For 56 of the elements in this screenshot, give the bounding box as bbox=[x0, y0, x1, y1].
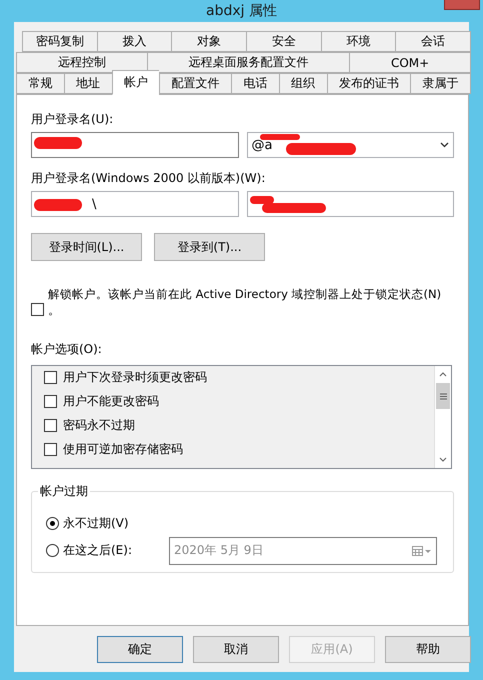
section-label: 帐户选项(O): bbox=[31, 341, 102, 358]
checkbox-label: 解锁帐户。该帐户当前在此 Active Directory 域控制器上处于锁定状态(N) bbox=[48, 287, 442, 302]
checkbox[interactable] bbox=[44, 371, 57, 384]
tab[interactable]: 拨入 bbox=[96, 31, 172, 52]
field-label: 用户登录名(Windows 2000 以前版本)(W): bbox=[31, 170, 266, 187]
field-value: @a bbox=[252, 138, 272, 152]
checkbox[interactable] bbox=[31, 303, 44, 316]
tab[interactable]: 帐户 bbox=[112, 70, 160, 95]
tab[interactable]: 安全 bbox=[246, 31, 321, 52]
tab[interactable]: 组织 bbox=[278, 73, 326, 94]
chevron-icon bbox=[440, 142, 449, 148]
tab[interactable]: 电话 bbox=[231, 73, 279, 94]
checkbox-label: 。 bbox=[48, 302, 60, 319]
tab[interactable]: 远程桌面服务配置文件 bbox=[146, 52, 350, 73]
button[interactable]: 确定 bbox=[97, 636, 183, 663]
input-field[interactable]: \ bbox=[31, 191, 238, 217]
tab[interactable]: COM+ bbox=[349, 52, 472, 73]
checkbox[interactable] bbox=[44, 443, 57, 456]
tab[interactable]: 会话 bbox=[395, 31, 472, 52]
redaction-mark bbox=[286, 143, 356, 155]
tab[interactable]: 发布的证书 bbox=[326, 73, 410, 94]
redaction-mark bbox=[34, 199, 82, 211]
button[interactable]: 登录时间(L)... bbox=[31, 233, 142, 261]
radio-label: 永不过期(V) bbox=[63, 515, 129, 532]
redaction-mark bbox=[34, 137, 82, 149]
tab[interactable]: 远程控制 bbox=[16, 52, 147, 73]
checkbox-label: 用户下次登录时须更改密码 bbox=[63, 369, 207, 386]
field-value: \ bbox=[92, 196, 96, 212]
checkbox-label: 用户不能更改密码 bbox=[63, 393, 159, 410]
field-label: 用户登录名(U): bbox=[31, 111, 114, 128]
tab[interactable]: 对象 bbox=[171, 31, 246, 52]
radio-label: 在这之后(E): bbox=[63, 542, 132, 559]
domain-dropdown[interactable]: @a bbox=[246, 132, 454, 158]
tab[interactable]: 环境 bbox=[320, 31, 396, 52]
redaction-mark bbox=[260, 134, 300, 140]
checkbox[interactable] bbox=[44, 395, 57, 408]
grip-icon bbox=[440, 392, 446, 400]
tab[interactable]: 隶属于 bbox=[410, 73, 471, 94]
checkbox[interactable] bbox=[44, 419, 57, 432]
tab[interactable]: 地址 bbox=[64, 73, 112, 94]
checkbox-label: 使用可逆加密存储密码 bbox=[63, 441, 183, 458]
tab[interactable]: 密码复制 bbox=[22, 31, 97, 52]
scrollbar[interactable] bbox=[434, 366, 451, 468]
button[interactable]: 登录到(T)... bbox=[154, 233, 265, 261]
input-field[interactable] bbox=[31, 132, 238, 158]
button[interactable]: 取消 bbox=[193, 636, 279, 663]
tab[interactable]: 配置文件 bbox=[159, 73, 231, 94]
radio-button[interactable] bbox=[46, 517, 59, 530]
input-field[interactable] bbox=[246, 191, 454, 217]
tab[interactable]: 常规 bbox=[16, 73, 64, 94]
radio-button[interactable] bbox=[46, 544, 59, 557]
checkbox-label: 密码永不过期 bbox=[63, 417, 135, 434]
window-title: abdxj 属性 bbox=[206, 2, 277, 20]
button[interactable]: 帮助 bbox=[385, 636, 471, 663]
calendar-icon bbox=[412, 546, 432, 556]
group-title: 帐户过期 bbox=[39, 483, 89, 500]
